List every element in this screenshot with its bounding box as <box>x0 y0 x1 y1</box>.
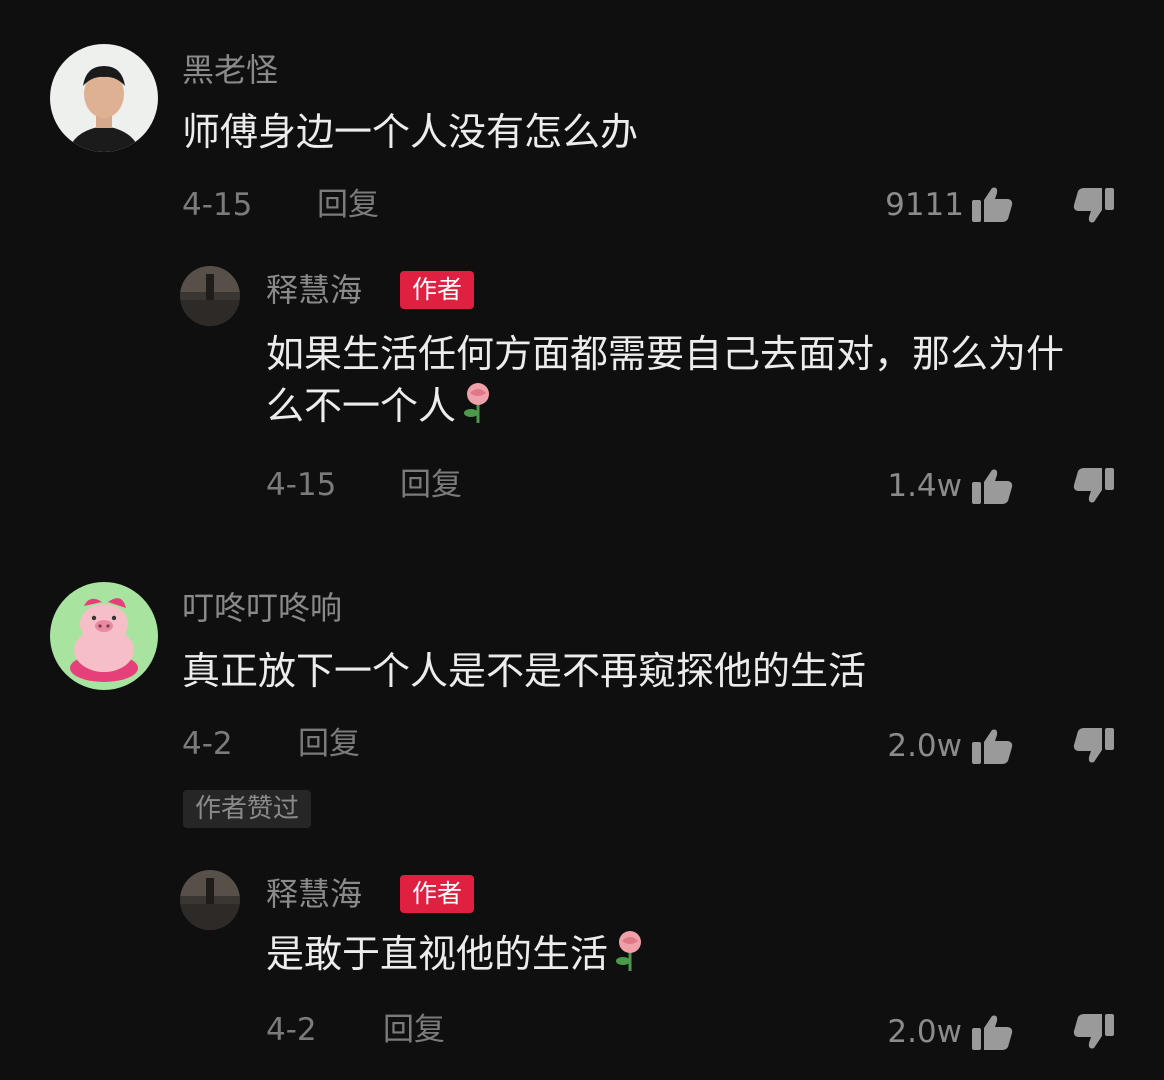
thumbs-down-icon[interactable] <box>1072 186 1116 226</box>
reply-button[interactable]: 回复 <box>400 465 462 505</box>
reply-date: 4-2 <box>266 1012 317 1048</box>
reply-date: 4-15 <box>266 467 337 503</box>
comment-date: 4-2 <box>182 726 233 762</box>
like-count: 1.4w <box>887 468 962 504</box>
thumbs-up-icon[interactable] <box>970 466 1014 506</box>
rose-emoji <box>460 381 496 438</box>
thumbs-down-icon[interactable] <box>1072 726 1116 766</box>
user-avatar[interactable] <box>50 582 158 690</box>
author-liked-tag: 作者赞过 <box>183 790 312 828</box>
comment-date: 4-15 <box>182 187 253 223</box>
reply-text: 是敢于直视他的生活 <box>266 928 1086 986</box>
rose-emoji <box>612 929 648 986</box>
reply-button[interactable]: 回复 <box>317 185 379 225</box>
like-count: 9111 <box>885 187 964 223</box>
author-badge: 作者 <box>400 271 475 309</box>
reply-button[interactable]: 回复 <box>383 1010 445 1050</box>
reply-button[interactable]: 回复 <box>298 724 360 764</box>
comment-text: 真正放下一个人是不是不再窥探他的生活 <box>182 649 867 693</box>
thumbs-up-icon[interactable] <box>970 184 1014 224</box>
user-avatar[interactable] <box>50 44 158 152</box>
reply-username[interactable]: 释慧海 <box>266 270 362 310</box>
reply-username[interactable]: 释慧海 <box>266 874 362 914</box>
like-count: 2.0w <box>887 1014 962 1050</box>
thumbs-down-icon[interactable] <box>1072 1012 1116 1052</box>
author-avatar[interactable] <box>180 870 240 930</box>
author-avatar[interactable] <box>180 266 240 326</box>
comment-username[interactable]: 黑老怪 <box>182 50 278 90</box>
thumbs-down-icon[interactable] <box>1072 466 1116 506</box>
reply-text-content: 是敢于直视他的生活 <box>266 932 609 976</box>
thumbs-up-icon[interactable] <box>970 726 1014 766</box>
author-badge: 作者 <box>400 875 475 913</box>
reply-text: 如果生活任何方面都需要自己去面对，那么为什么不一个人 <box>266 328 1086 438</box>
reply-text-content: 如果生活任何方面都需要自己去面对，那么为什么不一个人 <box>266 332 1065 428</box>
comment-username[interactable]: 叮咚叮咚响 <box>182 588 342 628</box>
thumbs-up-icon[interactable] <box>970 1012 1014 1052</box>
like-count: 2.0w <box>887 728 962 764</box>
comment-text: 师傅身边一个人没有怎么办 <box>182 110 639 154</box>
